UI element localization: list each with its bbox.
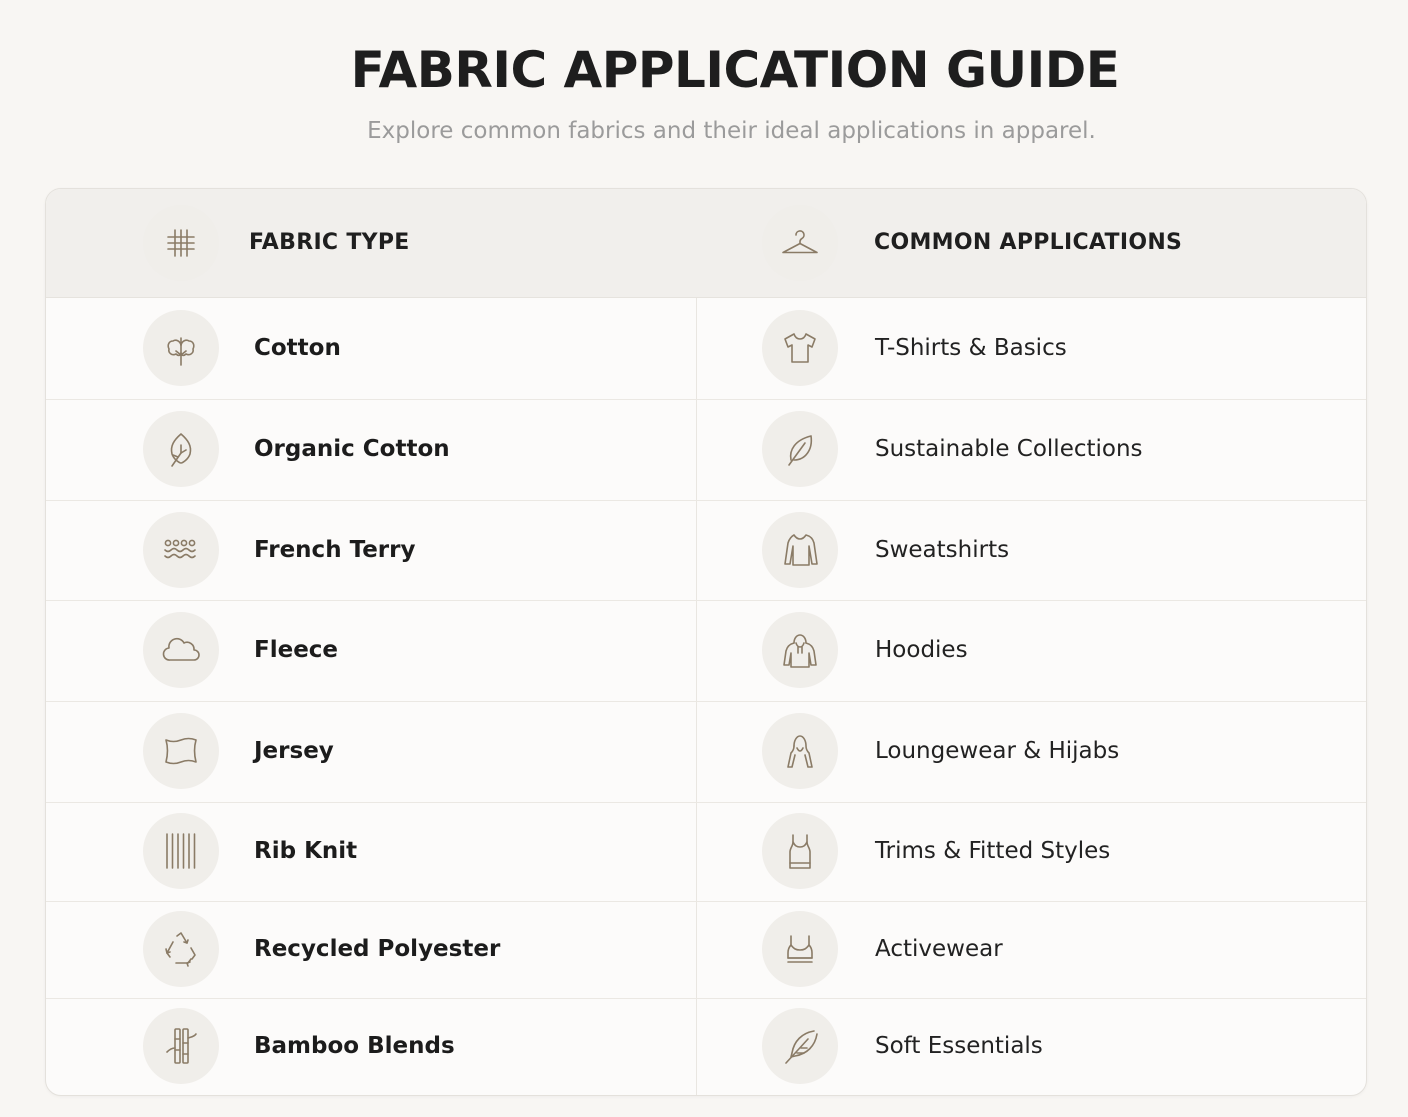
tshirt-icon xyxy=(762,310,838,386)
page-subtitle: Explore common fabrics and their ideal a… xyxy=(367,118,1096,144)
header-cell-fabric-type: FABRIC TYPE xyxy=(46,189,696,297)
page-title: FABRIC APPLICATION GUIDE xyxy=(350,41,1120,99)
table-row: French Terry Sweatshirts xyxy=(46,500,1366,601)
table-row: Cotton T-Shirts & Basics xyxy=(46,298,1366,400)
table-row: Bamboo Blends Soft Essentials xyxy=(46,998,1366,1095)
bamboo-icon xyxy=(143,1008,219,1084)
cotton-plant-icon xyxy=(143,310,219,386)
hoodie-icon xyxy=(762,612,838,688)
table-row: Recycled Polyester Activewear xyxy=(46,901,1366,999)
application-name: Sweatshirts xyxy=(875,537,1010,563)
table-header-row: FABRIC TYPE COMMON APPLICATIONS xyxy=(46,189,1366,298)
fabric-grid-icon xyxy=(143,205,219,281)
fabric-name: Fleece xyxy=(254,637,339,663)
cloud-icon xyxy=(143,612,219,688)
fabric-name: French Terry xyxy=(254,537,416,563)
header-fabric-type-label: FABRIC TYPE xyxy=(249,230,410,255)
terry-loops-icon xyxy=(143,512,219,588)
header-cell-common-applications: COMMON APPLICATIONS xyxy=(697,189,1366,297)
table-row: Organic Cotton Sustainable Collections xyxy=(46,399,1366,501)
fabric-table: FABRIC TYPE COMMON APPLICATIONS Cotton T… xyxy=(45,188,1367,1096)
leaf-circle-icon xyxy=(143,411,219,487)
application-name: Sustainable Collections xyxy=(875,436,1143,462)
application-name: Soft Essentials xyxy=(875,1033,1043,1059)
table-row: Jersey Loungewear & Hijabs xyxy=(46,701,1366,803)
leaf-icon xyxy=(762,411,838,487)
feather-icon xyxy=(762,1008,838,1084)
header-common-applications-label: COMMON APPLICATIONS xyxy=(874,230,1183,255)
table-row: Fleece Hoodies xyxy=(46,600,1366,702)
sports-bra-icon xyxy=(762,911,838,987)
fabric-name: Bamboo Blends xyxy=(254,1033,455,1059)
fabric-swatch-icon xyxy=(143,713,219,789)
fabric-name: Recycled Polyester xyxy=(254,936,501,962)
hijab-icon xyxy=(762,713,838,789)
fabric-name: Jersey xyxy=(254,738,334,764)
recycle-icon xyxy=(143,911,219,987)
vertical-ribs-icon xyxy=(143,813,219,889)
fabric-name: Rib Knit xyxy=(254,838,358,864)
application-name: Activewear xyxy=(875,936,1003,962)
application-name: Trims & Fitted Styles xyxy=(875,838,1111,864)
application-name: Hoodies xyxy=(875,637,968,663)
fabric-name: Organic Cotton xyxy=(254,436,450,462)
sweatshirt-icon xyxy=(762,512,838,588)
fabric-name: Cotton xyxy=(254,335,341,361)
table-row: Rib Knit Trims & Fitted Styles xyxy=(46,802,1366,902)
hanger-icon xyxy=(762,205,838,281)
application-name: Loungewear & Hijabs xyxy=(875,738,1120,764)
application-name: T-Shirts & Basics xyxy=(875,335,1067,361)
tank-top-icon xyxy=(762,813,838,889)
